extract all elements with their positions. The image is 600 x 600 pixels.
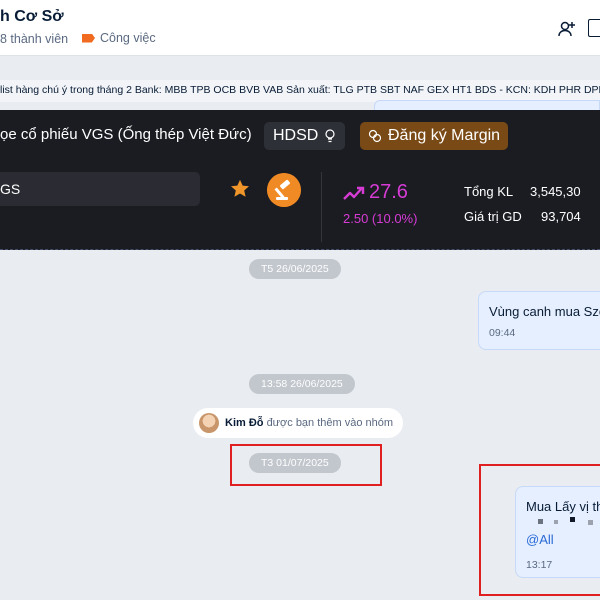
- stock-symbol-input[interactable]: GS: [0, 172, 200, 206]
- date-separator: 13:58 26/06/2025: [249, 374, 355, 394]
- label-text: Công việc: [100, 31, 156, 45]
- message-time: 09:44: [489, 327, 516, 339]
- stat-value-volume: 3,545,30: [530, 184, 581, 199]
- member-count[interactable]: 8 thành viên: [0, 32, 68, 46]
- coin-icon: [368, 129, 382, 143]
- tag-icon: [82, 33, 95, 43]
- notice-text: được bạn thêm vào nhóm: [266, 417, 394, 429]
- card-divider: [321, 172, 322, 242]
- hdsd-label: HDSD: [273, 127, 319, 144]
- margin-label: Đăng ký Margin: [388, 127, 501, 144]
- notice-user-name[interactable]: Kim Đỗ: [225, 417, 264, 429]
- bulb-icon: [325, 129, 335, 143]
- system-notice: Kim Đỗ được bạn thêm vào nhóm: [193, 408, 403, 438]
- price-value: 27.6: [369, 181, 408, 203]
- avatar[interactable]: [199, 413, 219, 433]
- group-title[interactable]: h Cơ Sở: [0, 8, 64, 26]
- date-separator: T5 26/06/2025: [249, 259, 341, 279]
- highlight-box: [479, 464, 600, 596]
- stat-value-trade-value: 93,704: [541, 209, 581, 224]
- stock-name: ọe cổ phiếu VGS (Ống thép Việt Đức): [0, 126, 252, 143]
- stat-label-volume: Tổng KL: [464, 184, 514, 199]
- message-bubble[interactable]: Vùng canh mua Szc 09:44: [478, 291, 600, 350]
- stat-label-trade-value: Giá trị GD: [464, 209, 522, 224]
- star-icon[interactable]: [229, 178, 251, 200]
- chat-header: h Cơ Sở 8 thành viên Công việc: [0, 0, 600, 56]
- gavel-icon[interactable]: [267, 173, 301, 207]
- message-bubble-edge: [374, 100, 600, 110]
- stock-card: ọe cổ phiếu VGS (Ống thép Việt Đức) HDSD…: [0, 110, 600, 250]
- price-row: 27.6: [343, 181, 408, 204]
- conversation-label[interactable]: Công việc: [82, 31, 156, 45]
- register-margin-button[interactable]: Đăng ký Margin: [360, 122, 509, 150]
- price-change: 2.50 (10.0%): [343, 211, 418, 226]
- message-text: Vùng canh mua Szc: [489, 304, 600, 319]
- highlight-box: [230, 444, 382, 486]
- trend-up-icon: [343, 186, 365, 200]
- add-member-icon[interactable]: [557, 19, 577, 39]
- hdsd-button[interactable]: HDSD: [264, 122, 346, 150]
- pinned-ticker[interactable]: list hàng chú ý trong tháng 2 Bank: MBB …: [0, 80, 600, 102]
- sidebar-toggle-icon[interactable]: [588, 19, 600, 37]
